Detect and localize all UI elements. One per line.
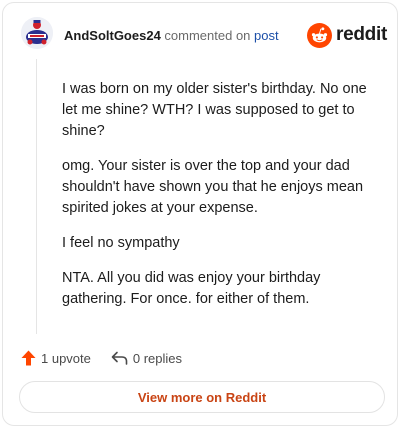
user-avatar[interactable] <box>21 17 53 49</box>
thread-line <box>36 59 37 334</box>
comment-paragraph: I feel no sympathy <box>62 235 180 251</box>
comment-paragraph: NTA. All you did was enjoy your birthday… <box>62 270 321 307</box>
replies-button[interactable]: 0 replies <box>111 351 182 366</box>
post-link[interactable]: post <box>254 28 279 43</box>
reddit-wordmark: reddit <box>336 24 387 45</box>
embedded-comment-card: AndSoltGoes24 commented on post reddit I… <box>2 2 398 426</box>
upvote-arrow-icon <box>21 350 36 366</box>
comment-paragraph: omg. Your sister is over the top and you… <box>62 158 364 216</box>
reply-arrow-icon <box>111 351 128 365</box>
reddit-logo-icon <box>307 22 333 48</box>
replies-count: 0 replies <box>132 350 183 366</box>
comment-body: I was born on my older sister's birthday… <box>62 79 384 324</box>
comment-header: AndSoltGoes24 commented on post reddit <box>21 17 387 57</box>
comment-paragraph: I was born on my older sister's birthday… <box>62 81 367 139</box>
reddit-brand[interactable]: reddit <box>307 22 387 48</box>
username-link[interactable]: AndSoltGoes24 <box>64 28 161 43</box>
upvote-button[interactable]: 1 upvote <box>21 350 91 366</box>
comment-meta: AndSoltGoes24 commented on post <box>64 28 279 43</box>
view-more-on-reddit-button[interactable]: View more on Reddit <box>19 381 385 413</box>
commented-on-text: commented on <box>164 28 251 43</box>
upvote-count: 1 upvote <box>41 350 91 366</box>
comment-actions: 1 upvote 0 replies <box>21 347 182 369</box>
